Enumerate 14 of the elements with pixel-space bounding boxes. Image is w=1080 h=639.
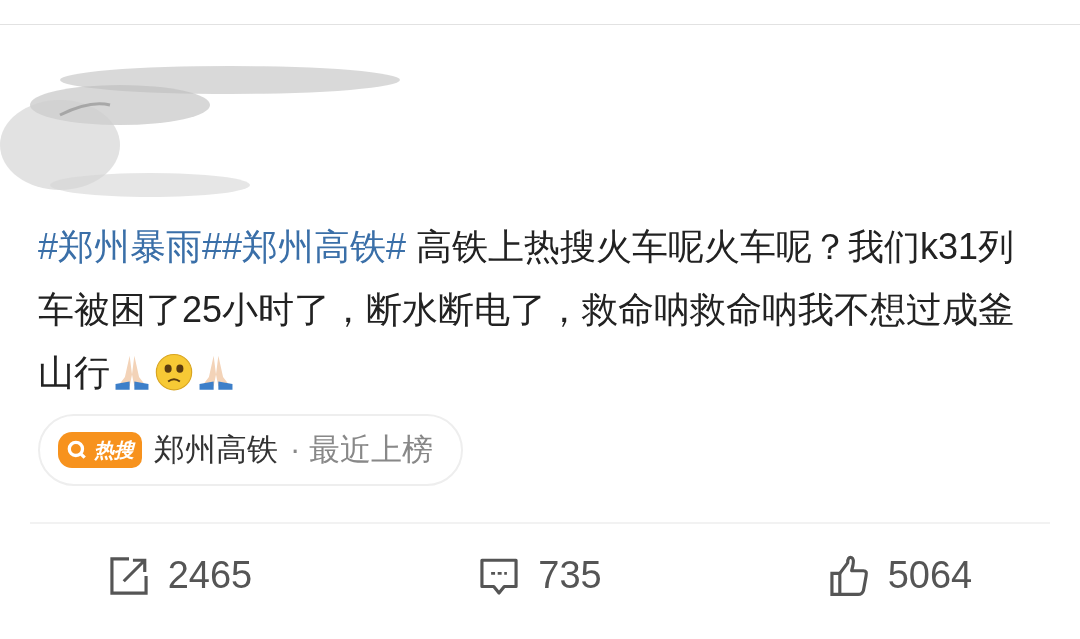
like-button[interactable]: 5064: [720, 554, 1080, 597]
hashtag-link[interactable]: #郑州高铁#: [222, 226, 407, 267]
hot-search-badge: 热搜: [58, 432, 142, 468]
hashtag-link[interactable]: #郑州暴雨#: [38, 226, 223, 267]
repost-button[interactable]: 2465: [0, 554, 360, 597]
repost-icon: [107, 554, 150, 597]
rank-note: · 最近上榜: [290, 431, 433, 469]
post-text: #郑州暴雨##郑州高铁# 高铁上热搜火车呢火车呢？我们k31列车被困了25小时了，断水断电了，救命呐救命呐我不想过成釜山行: [37, 225, 1016, 395]
topic-label: 郑州高铁: [154, 431, 278, 469]
hot-search-tag[interactable]: 热搜 郑州高铁 · 最近上榜: [38, 414, 463, 486]
comment-button[interactable]: 735: [360, 554, 720, 597]
search-icon: [66, 439, 88, 461]
sad-emoji-icon: [154, 351, 194, 391]
thumbs-up-icon: [827, 554, 870, 597]
